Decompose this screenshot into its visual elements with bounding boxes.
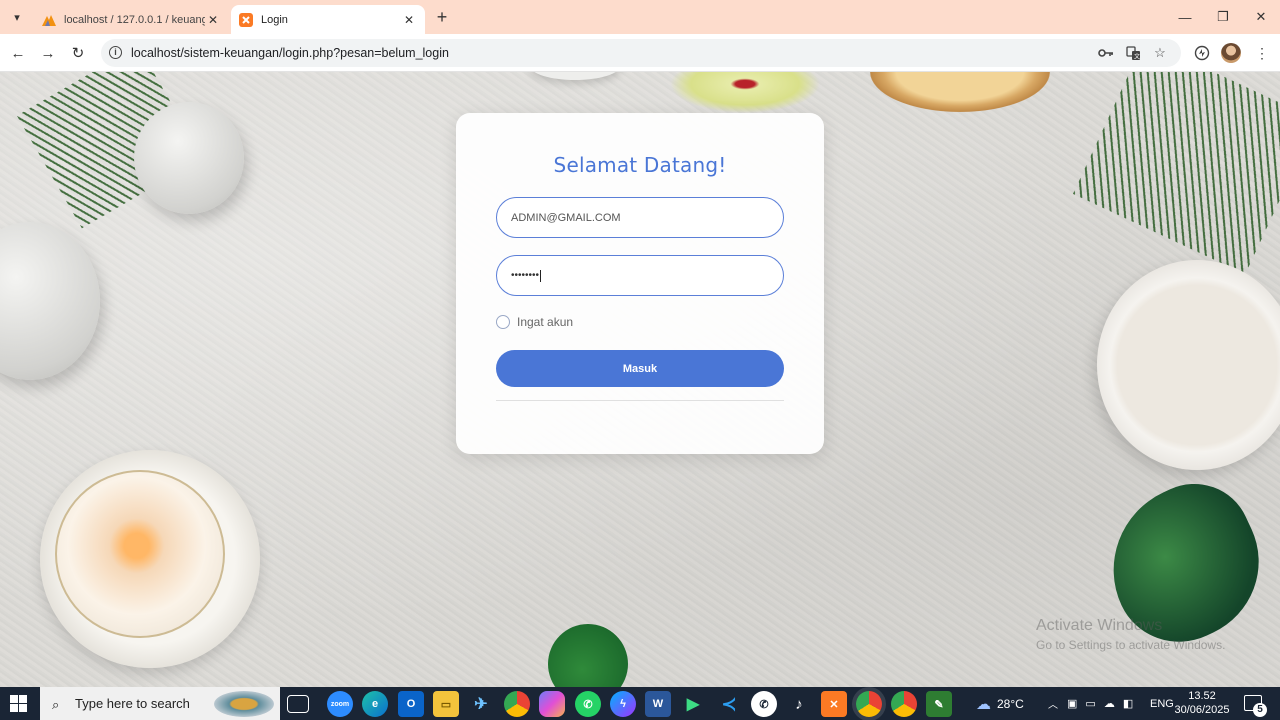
tab-title: localhost / 127.0.0.1 / keuangan — [64, 13, 205, 26]
task-view-icon[interactable] — [287, 695, 309, 713]
close-icon[interactable]: ✕ — [205, 12, 221, 28]
page-title: Selamat Datang! — [553, 153, 727, 177]
tiktok-icon[interactable]: ♪ — [786, 691, 812, 717]
search-placeholder: Type here to search — [75, 696, 190, 711]
svg-text:文: 文 — [1134, 52, 1140, 60]
language-indicator[interactable]: ENG — [1150, 687, 1174, 720]
tray-icons[interactable]: ▣ ▭ ☁ ◧ — [1067, 687, 1133, 720]
vscode-icon[interactable]: ≺ — [716, 691, 742, 717]
maximize-button[interactable]: ❐ — [1204, 0, 1242, 34]
search-highlight-image — [214, 691, 274, 717]
login-card: Selamat Datang! •••••••• Ingat akun Masu… — [456, 113, 824, 454]
xampp-icon — [239, 12, 253, 27]
profile-avatar[interactable] — [1221, 43, 1241, 63]
taskbar-search[interactable]: ⌕ Type here to search — [40, 687, 280, 720]
extensions-icon[interactable] — [1191, 42, 1213, 64]
email-input[interactable] — [511, 211, 769, 224]
tab-title: Login — [261, 13, 288, 26]
activate-windows-watermark: Activate Windows Go to Settings to activ… — [1036, 617, 1225, 652]
forward-arrow-icon[interactable]: → — [37, 42, 59, 64]
jar-decoration — [530, 72, 620, 80]
tray-overflow-icon[interactable]: ︿ — [1048, 687, 1058, 720]
clock-time: 13.52 — [1188, 690, 1216, 702]
battery-icon[interactable]: ▭ — [1085, 697, 1095, 710]
network-icon[interactable]: ▣ — [1067, 697, 1077, 710]
onedrive-icon[interactable]: ☁ — [1104, 697, 1115, 710]
remember-checkbox[interactable] — [496, 315, 510, 329]
password-input[interactable]: •••••••• — [511, 270, 539, 281]
address-bar[interactable]: i localhost/sistem-keuangan/login.php?pe… — [101, 39, 1181, 67]
menu-kebab-icon[interactable]: ⋮ — [1251, 42, 1273, 64]
play-icon[interactable]: ▶ — [680, 691, 706, 717]
translate-icon[interactable]: 文 — [1124, 44, 1142, 62]
zoom-icon[interactable]: zoom — [327, 691, 353, 717]
chrome-active-icon[interactable] — [856, 691, 882, 717]
volume-icon[interactable]: ◧ — [1123, 697, 1133, 710]
file-explorer-icon[interactable]: ▭ — [433, 691, 459, 717]
address-url[interactable]: localhost/sistem-keuangan/login.php?pesa… — [131, 46, 449, 60]
divider — [496, 400, 784, 401]
salt-bowl-decoration — [1097, 260, 1280, 470]
remember-me[interactable]: Ingat akun — [496, 315, 573, 329]
tab-phpmyadmin[interactable]: localhost / 127.0.0.1 / keuangan ✕ — [34, 5, 229, 34]
site-info-icon[interactable]: i — [109, 46, 122, 59]
search-icon: ⌕ — [52, 696, 60, 712]
email-field[interactable] — [496, 197, 784, 238]
notification-badge: 5 — [1253, 703, 1267, 717]
clock-date: 30/06/2025 — [1174, 704, 1230, 716]
page-background: Selamat Datang! •••••••• Ingat akun Masu… — [0, 72, 1280, 687]
edge-icon[interactable]: e — [362, 691, 388, 717]
back-arrow-icon[interactable]: ← — [7, 42, 29, 64]
messenger-icon[interactable]: ϟ — [610, 691, 636, 717]
taskbar: ⌕ Type here to search zoom e O ▭ ✈ ✆ ϟ W… — [0, 687, 1280, 720]
tab-search-icon[interactable]: ▾ — [6, 7, 28, 27]
close-icon[interactable]: ✕ — [401, 12, 417, 28]
white-stone-decoration — [0, 222, 100, 380]
pine-branch-decoration — [1072, 72, 1280, 275]
cloud-icon: ☁ — [976, 695, 991, 713]
chrome-icon[interactable] — [504, 691, 530, 717]
candle-decoration — [55, 470, 225, 638]
bookmark-star-icon[interactable]: ☆ — [1151, 44, 1169, 62]
windows-start-icon[interactable] — [10, 695, 28, 713]
whatsapp-icon[interactable]: ✆ — [575, 691, 601, 717]
chrome-icon-2[interactable] — [891, 691, 917, 717]
text-caret — [540, 269, 542, 282]
reload-icon[interactable]: ↻ — [67, 42, 89, 64]
password-field[interactable]: •••••••• — [496, 255, 784, 296]
word-icon[interactable]: W — [645, 691, 671, 717]
whatsapp-alt-icon[interactable]: ✆ — [751, 691, 777, 717]
login-button[interactable]: Masuk — [496, 350, 784, 387]
white-stone-decoration — [134, 102, 244, 214]
xampp-icon[interactable]: ✕ — [821, 691, 847, 717]
weather-widget[interactable]: ☁ 28°C — [976, 687, 1024, 720]
watermark-subtitle: Go to Settings to activate Windows. — [1036, 638, 1226, 652]
copilot-icon[interactable] — [539, 691, 565, 717]
outlook-icon[interactable]: O — [398, 691, 424, 717]
orchid-flower-decoration — [660, 72, 830, 117]
browser-toolbar: ← → ↻ i localhost/sistem-keuangan/login.… — [0, 34, 1280, 72]
notepad-icon[interactable]: ✎ — [926, 691, 952, 717]
minimize-button[interactable]: — — [1166, 0, 1204, 34]
store-icon[interactable]: ✈ — [468, 691, 494, 717]
system-clock[interactable]: 13.52 30/06/2025 — [1172, 689, 1232, 717]
phpmyadmin-icon — [42, 13, 56, 27]
weather-temp: 28°C — [997, 696, 1024, 711]
tab-login[interactable]: Login ✕ — [231, 5, 425, 34]
bowl-decoration — [870, 72, 1050, 112]
new-tab-button[interactable]: + — [432, 8, 452, 28]
close-window-button[interactable]: ✕ — [1242, 0, 1280, 34]
watermark-title: Activate Windows — [1036, 617, 1163, 634]
remember-label[interactable]: Ingat akun — [517, 315, 573, 329]
password-key-icon[interactable] — [1097, 44, 1115, 62]
green-leaf-decoration — [531, 607, 645, 687]
tab-strip: ▾ localhost / 127.0.0.1 / keuangan ✕ Log… — [0, 0, 1280, 34]
